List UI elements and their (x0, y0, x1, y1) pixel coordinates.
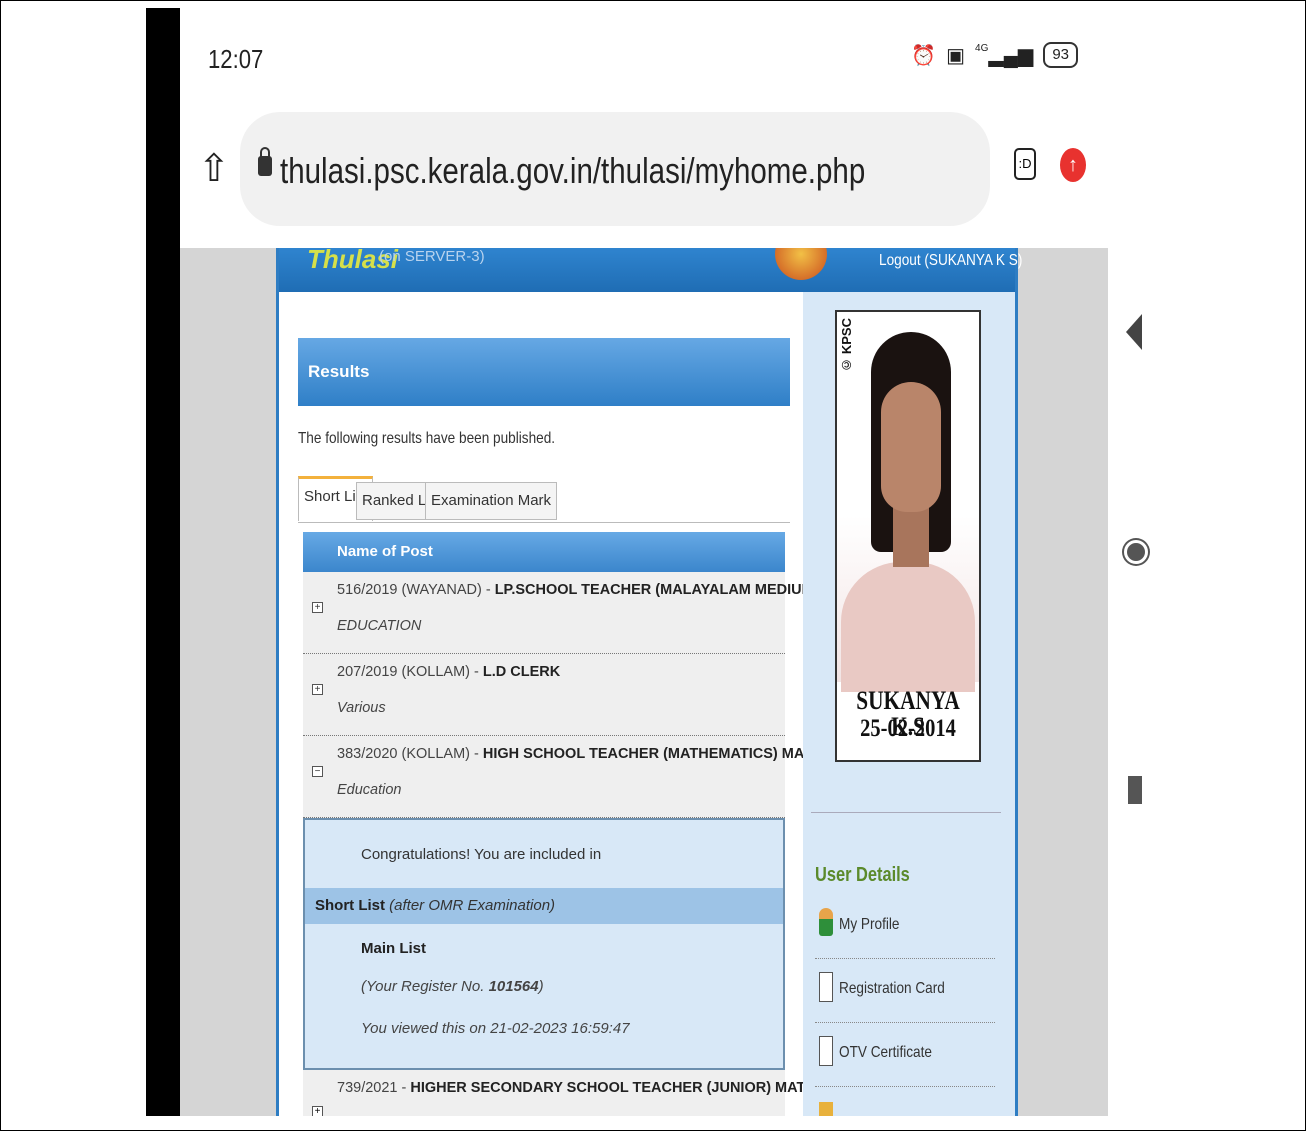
results-intro: The following results have been publishe… (298, 430, 556, 447)
server-label: (on SERVER-3) (379, 248, 485, 265)
result-detail: Congratulations! You are included in Sho… (303, 818, 785, 1070)
post-department: EDUCATION (337, 618, 422, 634)
home-button-icon[interactable] (1124, 540, 1148, 564)
registration-card-link[interactable]: Registration Card (815, 968, 995, 1023)
status-time: 12:07 (208, 44, 264, 74)
expand-icon[interactable]: + (312, 684, 323, 695)
battery-icon: 93 (1043, 42, 1078, 68)
results-title: Results (308, 362, 370, 381)
face (881, 382, 941, 512)
collapse-icon[interactable]: − (312, 766, 323, 777)
alarm-icon: ⏰ (911, 44, 937, 67)
post-department: Various (337, 700, 386, 716)
volte-icon: ▣ (946, 44, 966, 67)
site-container: Thulasi (on SERVER-3) Logout (SUKANYA K … (276, 248, 1022, 1116)
post-title: 516/2019 (WAYANAD) - LP.SCHOOL TEACHER (… (337, 582, 819, 598)
logout-link[interactable]: Logout (SUKANYA K S) (879, 252, 1022, 270)
android-nav-bar (1108, 0, 1306, 1131)
table-row[interactable]: + 207/2019 (KOLLAM) - L.D CLERK Various (303, 654, 785, 736)
post-title: 207/2019 (KOLLAM) - L.D CLERK (337, 664, 561, 680)
table-row[interactable]: − 383/2020 (KOLLAM) - HIGH SCHOOL TEACHE… (303, 736, 935, 818)
posts-table: Name of Post + 516/2019 (WAYANAD) - LP.S… (303, 532, 935, 1116)
sidebar: © KPSC SUKANYA K.S 25-02-2014 User Detai… (803, 292, 1015, 1116)
table-row[interactable]: + 739/2021 - HIGHER SECONDARY SCHOOL TEA… (303, 1070, 880, 1116)
photo-date: 25-02-2014 (860, 715, 956, 742)
home-icon[interactable]: ⇧ (198, 146, 230, 191)
tabs-icon[interactable]: :D (1014, 148, 1036, 180)
web-content: Thulasi (on SERVER-3) Logout (SUKANYA K … (180, 248, 1108, 1116)
otv-certificate-link[interactable]: OTV Certificate (815, 1032, 995, 1087)
recent-apps-icon[interactable] (1128, 776, 1142, 804)
main-list-label: Main List (361, 940, 427, 957)
signal-icon: 4G▂▄▆ (975, 42, 1034, 67)
congrats-text: Congratulations! You are included in (361, 846, 602, 863)
table-header: Name of Post (303, 532, 785, 572)
photo-watermark: © KPSC (839, 318, 854, 373)
upload-icon[interactable]: ↑ (1060, 148, 1086, 182)
left-black-bar (146, 8, 180, 1116)
folder-icon (819, 1102, 833, 1116)
phone-screen: 12:07 ⏰ ▣ 4G▂▄▆ 93 ⇧ thulasi.psc.kerala.… (180, 8, 1108, 1116)
url-text[interactable]: thulasi.psc.kerala.gov.in/thulasi/myhome… (280, 150, 865, 192)
kerala-emblem (775, 248, 827, 280)
user-icon (819, 908, 833, 936)
results-tabs: Short List Ranked List Examination Mark (298, 476, 790, 523)
main-panel: Results The following results have been … (279, 292, 935, 1116)
back-icon[interactable] (1126, 314, 1142, 350)
candidate-photo: © KPSC SUKANYA K.S 25-02-2014 (835, 310, 981, 762)
viewed-timestamp: You viewed this on 21-02-2023 16:59:47 (361, 1020, 630, 1037)
tab-examination-mark[interactable]: Examination Mark (425, 482, 558, 520)
expand-icon[interactable]: + (312, 602, 323, 613)
certificate-icon (819, 1036, 833, 1066)
register-number: (Your Register No. 101564) (361, 978, 544, 995)
my-profile-link[interactable]: My Profile (815, 904, 995, 959)
post-title: 739/2021 - HIGHER SECONDARY SCHOOL TEACH… (337, 1080, 881, 1096)
address-bar[interactable]: thulasi.psc.kerala.gov.in/thulasi/myhome… (240, 112, 990, 226)
status-icons: ⏰ ▣ 4G▂▄▆ 93 (911, 42, 1078, 68)
site-header: Thulasi (on SERVER-3) Logout (SUKANYA K … (279, 248, 1022, 292)
user-details-heading: User Details (815, 864, 910, 886)
table-row[interactable]: + 516/2019 (WAYANAD) - LP.SCHOOL TEACHER… (303, 572, 819, 654)
short-list-bar: Short List (after OMR Examination) (305, 888, 783, 924)
post-department: Education (337, 782, 402, 798)
results-header: Results (298, 338, 790, 406)
expand-icon[interactable]: + (312, 1106, 323, 1116)
card-icon (819, 972, 833, 1002)
lock-icon (258, 147, 272, 176)
divider (811, 812, 1001, 813)
